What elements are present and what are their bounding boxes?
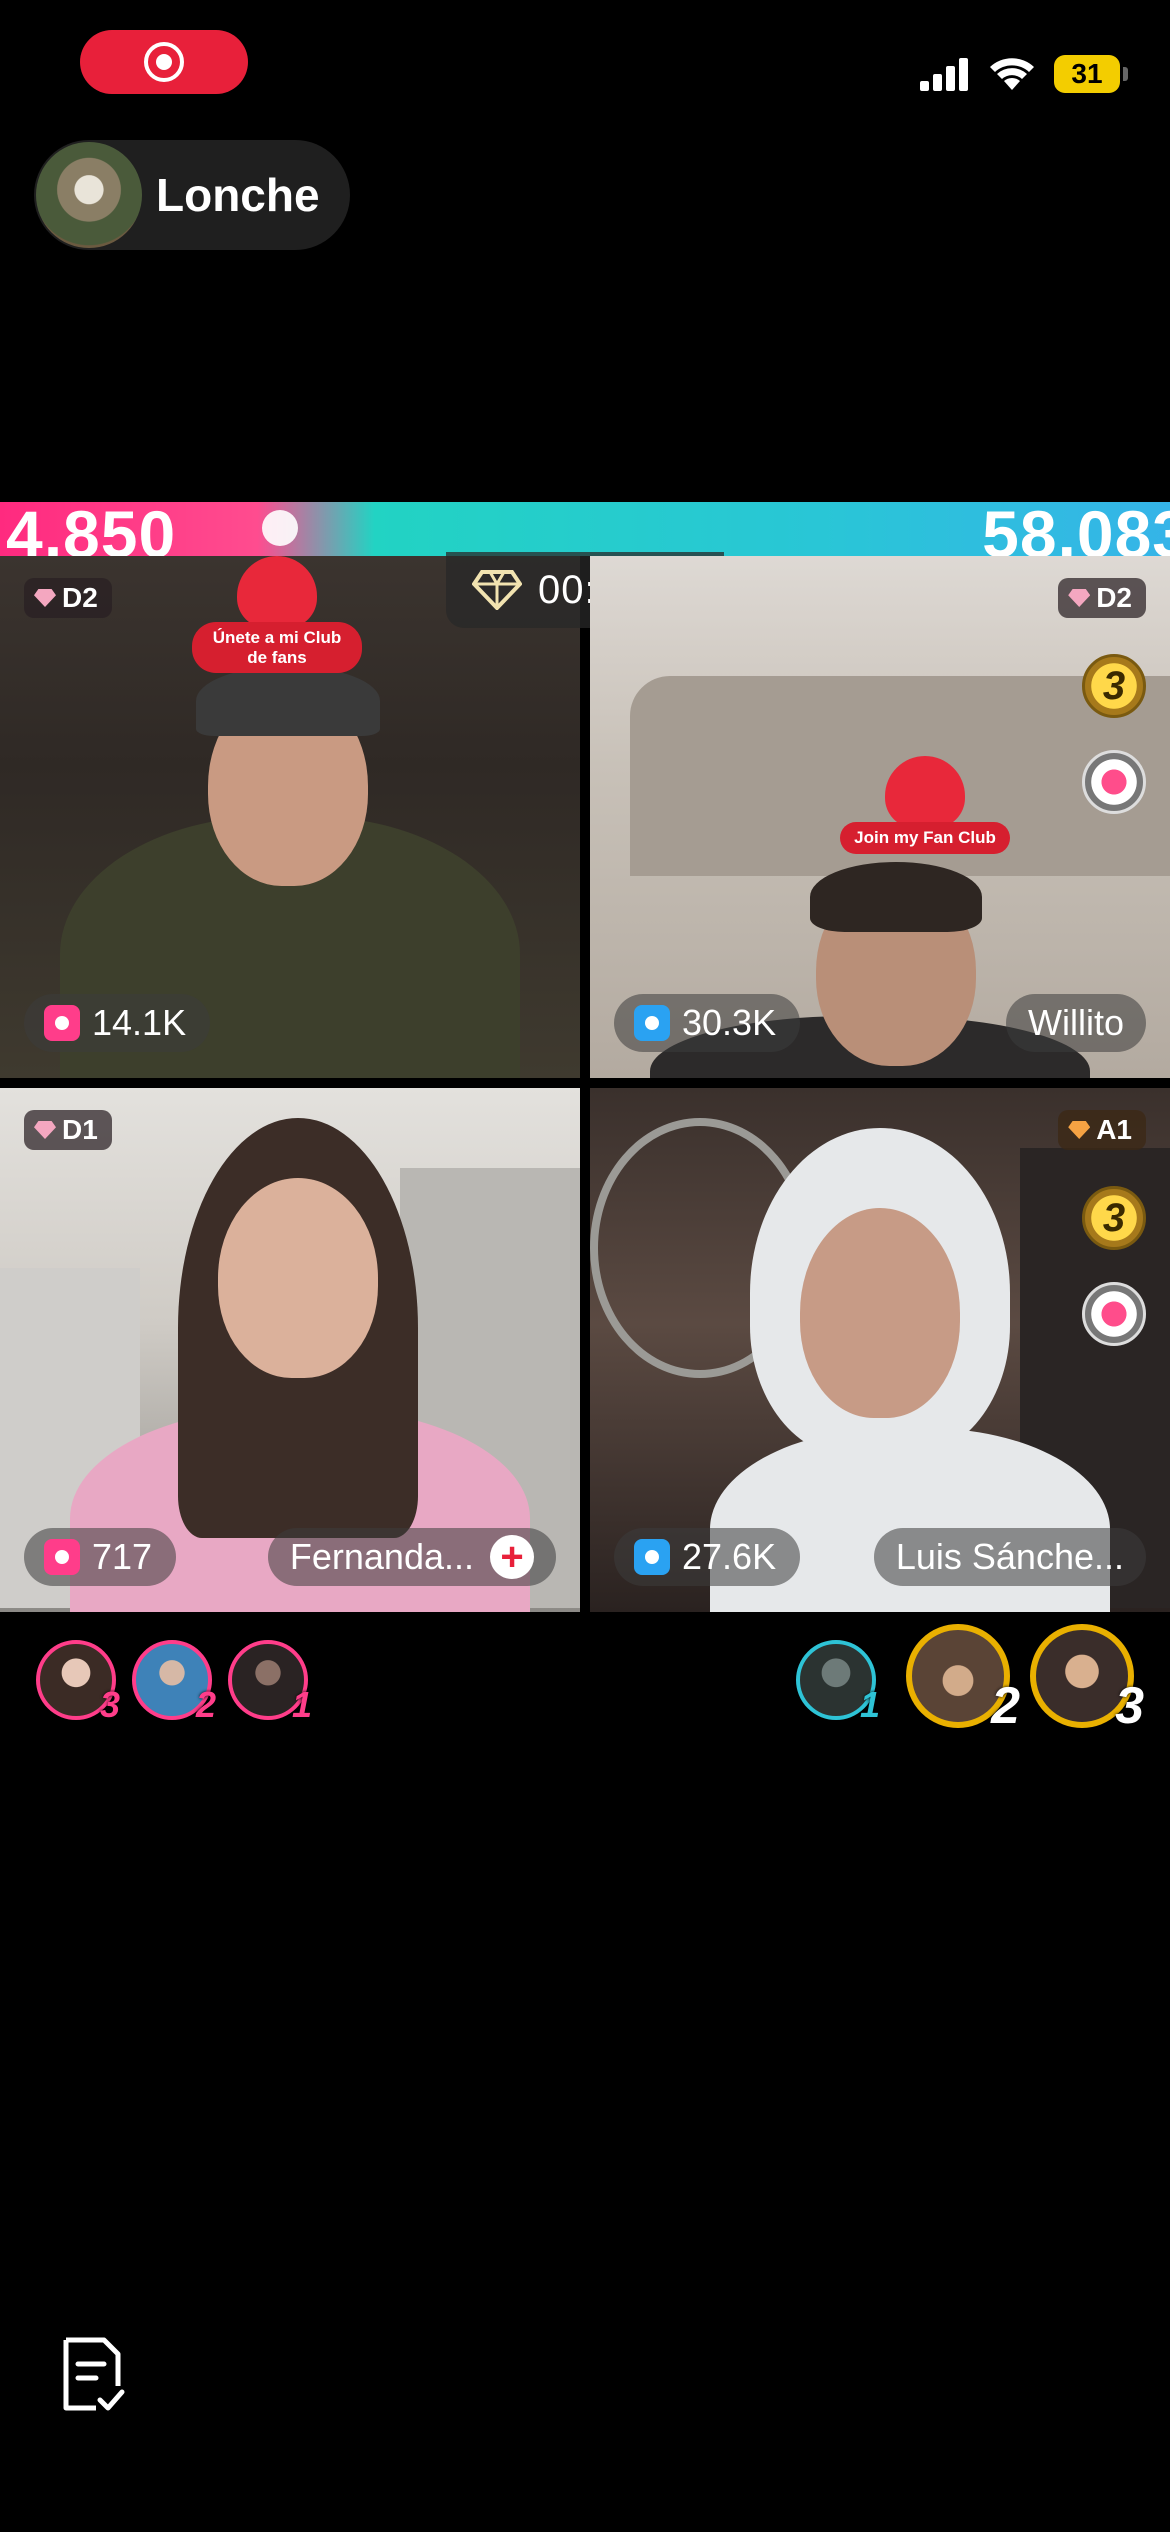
top-gifter-avatar[interactable]: 1 <box>228 1640 312 1725</box>
guest-name-label: Luis Sánche... <box>895 1536 1124 1577</box>
rank-badge: D2 <box>24 578 112 618</box>
battery-level: 31 <box>1071 58 1103 89</box>
gift-rose-icon[interactable] <box>1082 750 1146 814</box>
top-gifter-avatar[interactable]: 2 <box>132 1640 216 1725</box>
likes-value: 27.6K <box>682 1536 777 1577</box>
cellular-signal-icon <box>920 58 968 91</box>
document-check-icon[interactable] <box>60 2336 126 2416</box>
heart-like-icon <box>634 1005 670 1041</box>
guest-tile-3[interactable]: D1 717 Fernanda... + <box>0 1088 580 1612</box>
level-badge[interactable]: 3 <box>1082 654 1146 718</box>
top-gifter-avatar[interactable]: 2 <box>906 1624 1020 1735</box>
record-icon <box>144 42 184 82</box>
rank-label: D2 <box>62 582 98 613</box>
rank-label: D2 <box>1096 582 1132 613</box>
gifter-rank: 1 <box>291 1684 312 1725</box>
rank-badge: D1 <box>24 1110 112 1150</box>
likes-value: 30.3K <box>682 1002 777 1043</box>
fan-club-label: Únete a mi Club de fans <box>192 622 362 674</box>
right-team-score: 58,083 <box>982 502 1170 556</box>
likes-counter: 27.6K <box>614 1528 801 1586</box>
left-team-score: 4,850 <box>6 502 177 556</box>
likes-counter: 717 <box>24 1528 177 1586</box>
top-gifter-avatar[interactable]: 1 <box>796 1640 880 1725</box>
follow-plus-button[interactable]: + <box>490 1535 534 1579</box>
gifter-rank: 1 <box>859 1684 880 1725</box>
gifter-rank: 2 <box>195 1684 216 1725</box>
diamond-gem-icon <box>1068 589 1091 607</box>
gifter-rank: 3 <box>99 1684 120 1725</box>
gifter-rank: 2 <box>991 1677 1020 1735</box>
host-avatar[interactable] <box>36 142 142 248</box>
host-profile-chip[interactable]: Lonche <box>34 140 350 250</box>
screen-recording-indicator[interactable] <box>80 30 248 94</box>
likes-counter: 14.1K <box>24 994 211 1052</box>
heart-like-icon <box>44 1539 80 1575</box>
status-icons: 31 <box>920 50 1128 98</box>
gifter-rank: 3 <box>1115 1677 1144 1735</box>
wifi-icon <box>990 58 1034 90</box>
top-gifter-avatar[interactable]: 3 <box>36 1640 120 1725</box>
likes-value: 717 <box>92 1536 153 1577</box>
host-name: Lonche <box>156 169 320 221</box>
gift-rose-icon[interactable] <box>1082 1282 1146 1346</box>
battery-cap <box>1123 67 1128 81</box>
fan-club-label: Join my Fan Club <box>840 822 1010 854</box>
fan-club-sticker[interactable]: Únete a mi Club de fans <box>192 556 362 674</box>
guest-name[interactable]: Willito <box>1006 994 1146 1052</box>
score-bar-indicator <box>262 510 298 546</box>
guest-name[interactable]: Luis Sánche... <box>873 1528 1146 1586</box>
guest-tile-2[interactable]: Join my Fan Club D2 3 30.3K Willito <box>590 556 1170 1078</box>
rank-badge: D2 <box>1058 578 1146 618</box>
guest-tile-4[interactable]: A1 3 27.6K Luis Sánche... <box>590 1088 1170 1612</box>
battery-icon: 31 <box>1054 55 1128 93</box>
top-gifter-avatar[interactable]: 3 <box>1030 1624 1144 1735</box>
rank-label: A1 <box>1096 1114 1132 1145</box>
heart-like-icon <box>634 1539 670 1575</box>
guest-tile-1[interactable]: Únete a mi Club de fans D2 14.1K <box>0 556 580 1078</box>
diamond-gem-icon <box>34 589 56 607</box>
guest-name-label: Willito <box>1028 1002 1124 1043</box>
diamond-gem-icon <box>472 570 522 610</box>
guest-name[interactable]: Fernanda... + <box>267 1528 556 1586</box>
rank-badge: A1 <box>1058 1110 1146 1150</box>
fan-club-heart-icon <box>237 556 317 628</box>
rank-label: D1 <box>62 1114 98 1145</box>
guest-name-label: Fernanda... <box>289 1536 474 1577</box>
diamond-gem-icon <box>1068 1121 1091 1139</box>
fan-club-sticker[interactable]: Join my Fan Club <box>840 756 1010 854</box>
likes-value: 14.1K <box>92 1002 187 1043</box>
battle-score-bar: 4,850 58,083 <box>0 502 1170 556</box>
fan-club-heart-icon <box>885 756 965 828</box>
heart-like-icon <box>44 1005 80 1041</box>
likes-counter: 30.3K <box>614 994 801 1052</box>
diamond-gem-icon <box>34 1121 56 1139</box>
level-badge[interactable]: 3 <box>1082 1186 1146 1250</box>
